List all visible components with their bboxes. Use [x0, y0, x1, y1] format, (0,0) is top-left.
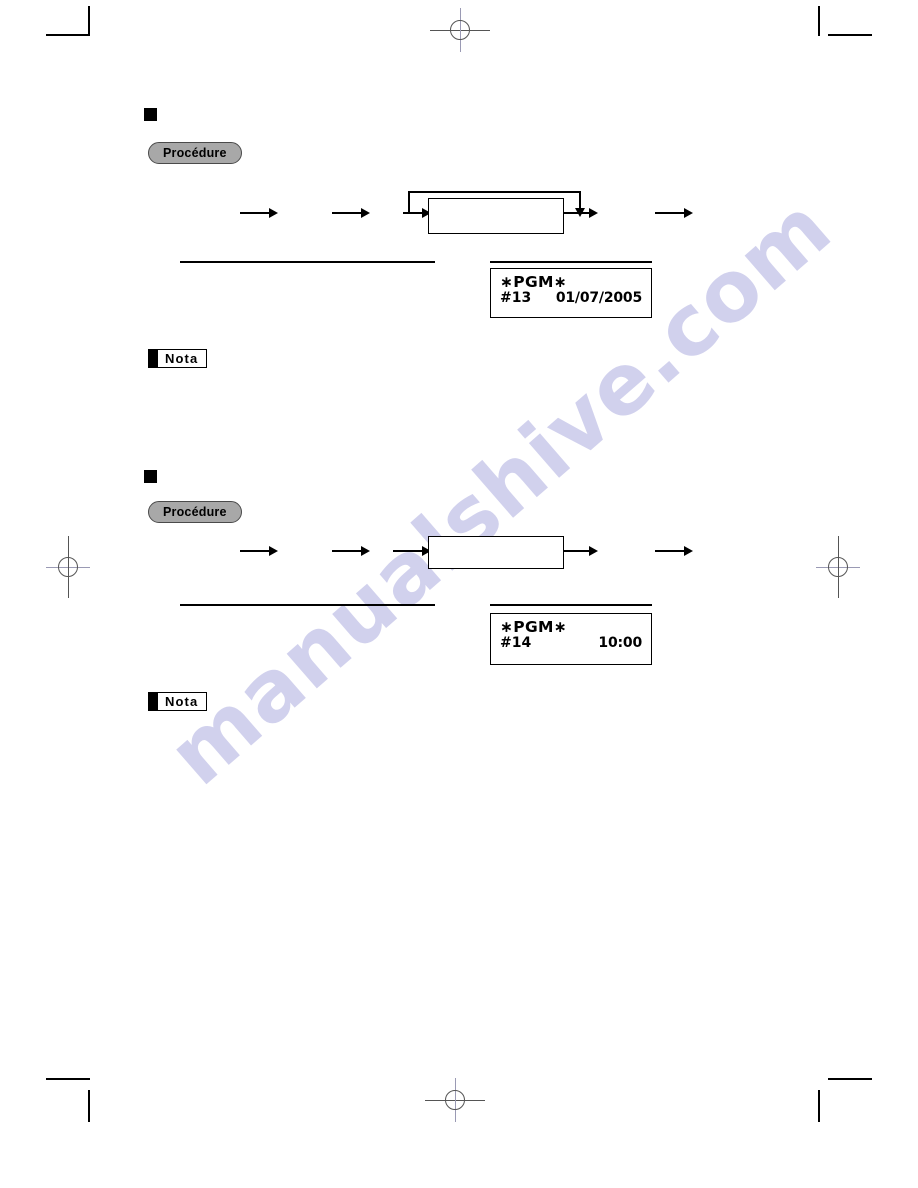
key-entry-box	[428, 536, 564, 569]
arrow-right-icon	[393, 546, 431, 556]
note-label: Nota	[158, 692, 208, 711]
arrow-right-icon	[332, 546, 370, 556]
note-tag: Nota	[148, 692, 208, 711]
lcd-display-panel: ∗PGM∗ #14 10:00	[490, 613, 652, 665]
lcd-line-value: #14 10:00	[500, 636, 642, 652]
lcd-line-mode: ∗PGM∗	[500, 618, 642, 636]
lcd-mode-label: ∗PGM∗	[500, 618, 567, 636]
crop-mark-icon	[46, 1078, 90, 1080]
arrow-right-icon	[240, 546, 278, 556]
lcd-index-label: #14	[500, 635, 532, 652]
registration-target-icon	[425, 1078, 485, 1122]
section-time-programming: Procédure ∗PGM∗ #14 10:00 Nota	[0, 0, 918, 760]
note-marker-icon	[148, 692, 158, 711]
crop-mark-icon	[818, 1090, 820, 1122]
separator-rule	[180, 604, 435, 606]
lcd-value-label: 10:00	[598, 635, 642, 652]
arrow-right-icon	[564, 546, 598, 556]
crop-mark-icon	[828, 1078, 872, 1080]
crop-mark-icon	[88, 1090, 90, 1122]
arrow-right-icon	[655, 546, 693, 556]
separator-rule	[490, 604, 652, 606]
procedure-flow-diagram	[0, 0, 918, 620]
manual-page: manualshive.com Procédure ∗PGM∗ #13 01/0…	[0, 0, 918, 1188]
